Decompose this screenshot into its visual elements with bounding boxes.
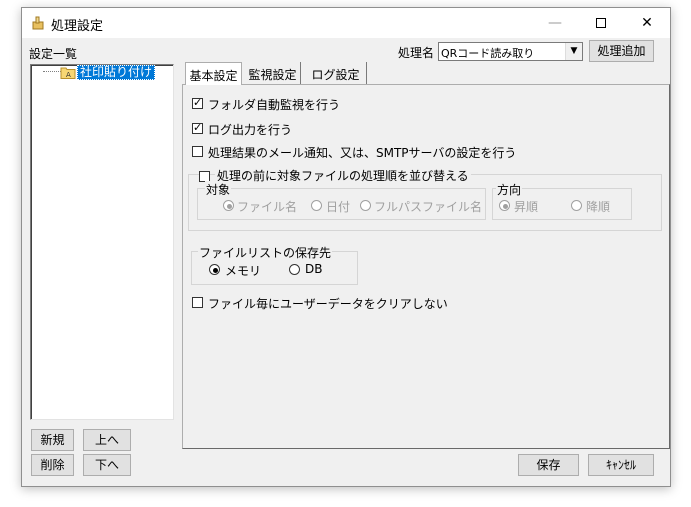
sort-direction-group: 方向 昇順 降順 [492,181,632,220]
delete-button[interactable]: 削除 [31,454,74,476]
sort-target-filename-radio[interactable] [223,200,234,211]
sort-target-group: 対象 ファイル名 日付 フルパスファイル名 [197,181,486,220]
tree-item-label[interactable]: 社印貼り付け [77,65,156,80]
sort-target-date-radio[interactable] [311,200,322,211]
cancel-button[interactable]: ｷｬﾝｾﾙ [588,454,654,476]
save-button[interactable]: 保存 [518,454,579,476]
log-output-checkbox[interactable] [192,121,203,134]
sort-direction-asc-radio[interactable] [499,200,510,211]
log-output-label[interactable]: ログ出力を行う [208,121,292,138]
sort-group: 処理の前に対象ファイルの処理順を並び替える 対象 ファイル名 日付 フルパスファ… [188,167,662,231]
process-name-value: QRコード読み取り [441,47,535,60]
storage-db-radio[interactable] [289,264,300,275]
app-icon [32,16,44,30]
settings-list[interactable]: A 社印貼り付け [30,64,174,420]
sort-direction-asc-label: 昇順 [514,200,539,214]
sort-target-fullpath-radio[interactable] [360,200,371,211]
sort-target-caption: 対象 [205,181,232,198]
window-title: 処理設定 [51,19,104,34]
process-name-label: 処理名 [398,46,435,60]
sort-direction-caption: 方向 [496,181,523,198]
tab-panel-basic: フォルダ自動監視を行う ログ出力を行う 処理結果のメール通知、又は、SMTPサー… [182,84,670,449]
sort-label[interactable]: 処理の前に対象ファイルの処理順を並び替える [215,167,471,184]
minimize-button[interactable]: — [532,8,578,38]
folder-watch-checkbox[interactable] [192,96,203,109]
process-name-select[interactable]: QRコード読み取り ▼ [438,42,583,61]
add-process-button[interactable]: 処理追加 [589,40,654,62]
tab-log[interactable]: ログ設定 [305,62,367,84]
down-button[interactable]: 下へ [83,454,131,476]
svg-text:A: A [66,71,71,79]
sort-target-date-label: 日付 [326,200,351,214]
keep-user-data-label[interactable]: ファイル毎にユーザーデータをクリアしない [208,295,448,312]
sort-target-fullpath-label: フルパスファイル名 [374,200,483,214]
mail-notify-checkbox[interactable] [192,146,203,157]
settings-window: 処理設定 — ✕ 設定一覧 A 社印貼り付け 新規 上へ 削除 下へ 処理名 Q… [21,7,671,487]
folder-icon: A [60,67,76,79]
new-button[interactable]: 新規 [31,429,74,451]
title-bar: 処理設定 — ✕ [22,8,670,38]
sort-target-filename-label: ファイル名 [237,200,298,214]
sort-direction-desc-radio[interactable] [571,200,582,211]
folder-watch-label[interactable]: フォルダ自動監視を行う [208,96,340,113]
settings-list-header: 設定一覧 [29,47,78,61]
storage-memory-radio[interactable] [209,264,220,275]
storage-db-label[interactable]: DB [305,262,322,276]
sort-direction-desc-label: 降順 [586,200,611,214]
file-list-storage-group: ファイルリストの保存先 メモリ DB [191,244,358,285]
file-list-storage-caption: ファイルリストの保存先 [198,244,333,261]
up-button[interactable]: 上へ [83,429,131,451]
mail-notify-label[interactable]: 処理結果のメール通知、又は、SMTPサーバの設定を行う [208,144,516,161]
chevron-down-icon[interactable]: ▼ [565,43,582,60]
keep-user-data-checkbox[interactable] [192,297,203,308]
tab-basic[interactable]: 基本設定 [185,62,242,85]
maximize-icon [596,18,606,28]
close-button[interactable]: ✕ [624,8,670,38]
maximize-button[interactable] [578,8,624,38]
storage-memory-label[interactable]: メモリ [225,262,261,279]
tree-connector [43,71,61,72]
tab-monitor[interactable]: 監視設定 [245,62,301,84]
